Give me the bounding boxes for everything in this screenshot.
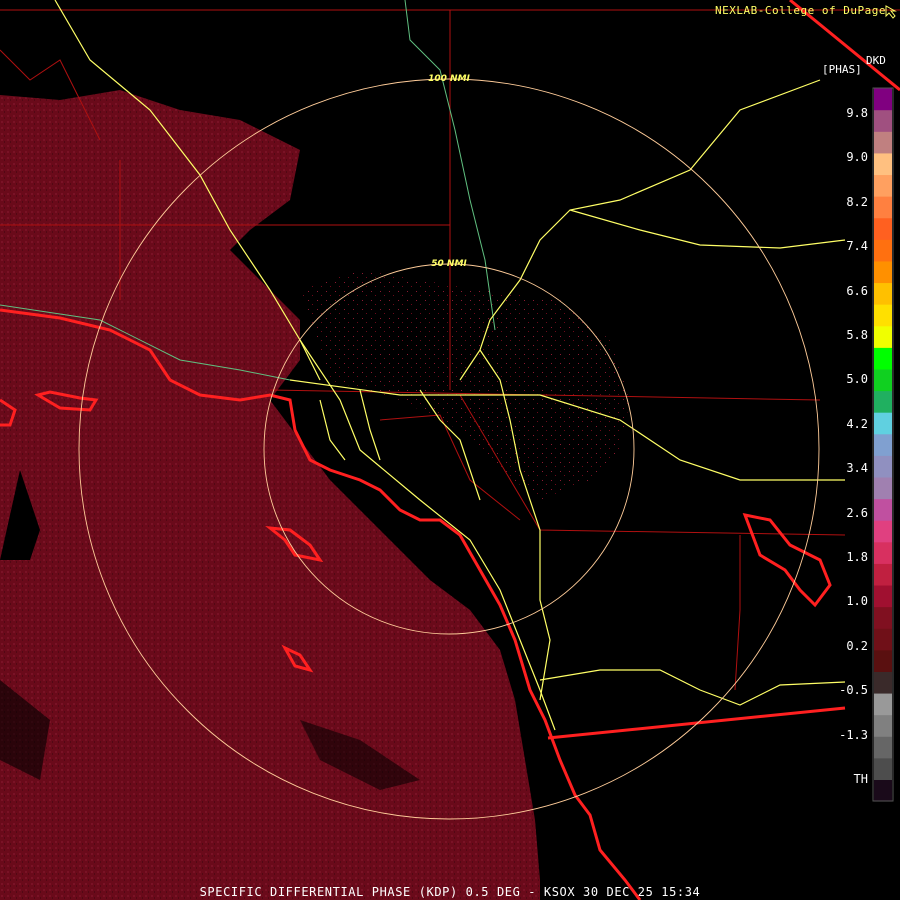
legend-swatch (874, 692, 892, 716)
legend-tick-label: 4.2 (846, 416, 868, 431)
legend-swatch (874, 304, 892, 327)
legend-swatch (874, 433, 892, 456)
legend-swatch (874, 196, 892, 219)
legend-swatch (874, 239, 892, 262)
legend-tick-label: 7.4 (846, 239, 868, 254)
state-border (547, 706, 846, 740)
legend-tick-label: 9.0 (846, 150, 868, 165)
legend-swatch (874, 368, 892, 392)
legend-swatch (874, 131, 892, 154)
cursor-arrow-icon (885, 5, 897, 19)
legend-tick-label: 9.8 (846, 106, 868, 120)
legend-tick-label: -1.3 (839, 727, 868, 742)
legend-tick-label: -0.5 (839, 683, 868, 698)
legend-swatch (874, 628, 892, 651)
legend-swatch (874, 412, 892, 435)
legend-swatch (874, 260, 892, 284)
legend-swatch (874, 757, 892, 780)
legend-swatch (874, 390, 892, 413)
legend-swatch (874, 347, 892, 370)
legend-color-bar (874, 88, 892, 802)
credit-text: NEXLAB-College of DuPage (715, 4, 886, 17)
echo-field (0, 90, 630, 900)
legend-swatch (874, 217, 892, 240)
legend-tick-label: 5.0 (846, 372, 868, 387)
legend-swatch (874, 152, 892, 176)
legend-tick-label: TH (853, 772, 868, 786)
product-caption: SPECIFIC DIFFERENTIAL PHASE (KDP) 0.5 DE… (199, 885, 701, 899)
product-code: DKD (866, 54, 886, 67)
legend-tick-label: 8.2 (846, 194, 868, 209)
legend-tick-label: 5.8 (846, 328, 868, 342)
legend-swatch (874, 520, 892, 543)
legend-swatch (874, 109, 892, 132)
range-ring-label: 100 NMI (428, 74, 470, 84)
radar-map (0, 0, 900, 900)
legend-swatch (874, 88, 892, 111)
legend-swatch (874, 498, 892, 521)
legend-tick-label: 6.6 (846, 283, 868, 298)
legend-swatch (874, 325, 892, 348)
legend-tick-label: 2.6 (846, 505, 868, 520)
legend-swatch (874, 779, 892, 802)
legend-swatch (874, 541, 892, 564)
legend-swatch (874, 649, 892, 672)
legend-swatch (874, 174, 892, 197)
legend-swatch (874, 282, 892, 305)
legend-swatch (874, 606, 892, 629)
legend-tick-label: 0.2 (846, 638, 868, 653)
range-ring-label: 50 NMI (431, 259, 467, 269)
legend-swatch (874, 736, 892, 759)
legend-tick-label: 1.0 (846, 594, 868, 609)
legend-tick-label: 3.4 (846, 461, 868, 476)
legend-tick-label: 1.8 (846, 550, 868, 564)
legend-swatch (874, 455, 892, 478)
legend-swatch (874, 671, 892, 694)
legend-swatch (874, 584, 892, 608)
legend-swatch (874, 714, 892, 737)
legend-swatch (874, 563, 892, 586)
legend-swatch (874, 476, 892, 500)
product-unit: [PHAS] (822, 63, 862, 76)
